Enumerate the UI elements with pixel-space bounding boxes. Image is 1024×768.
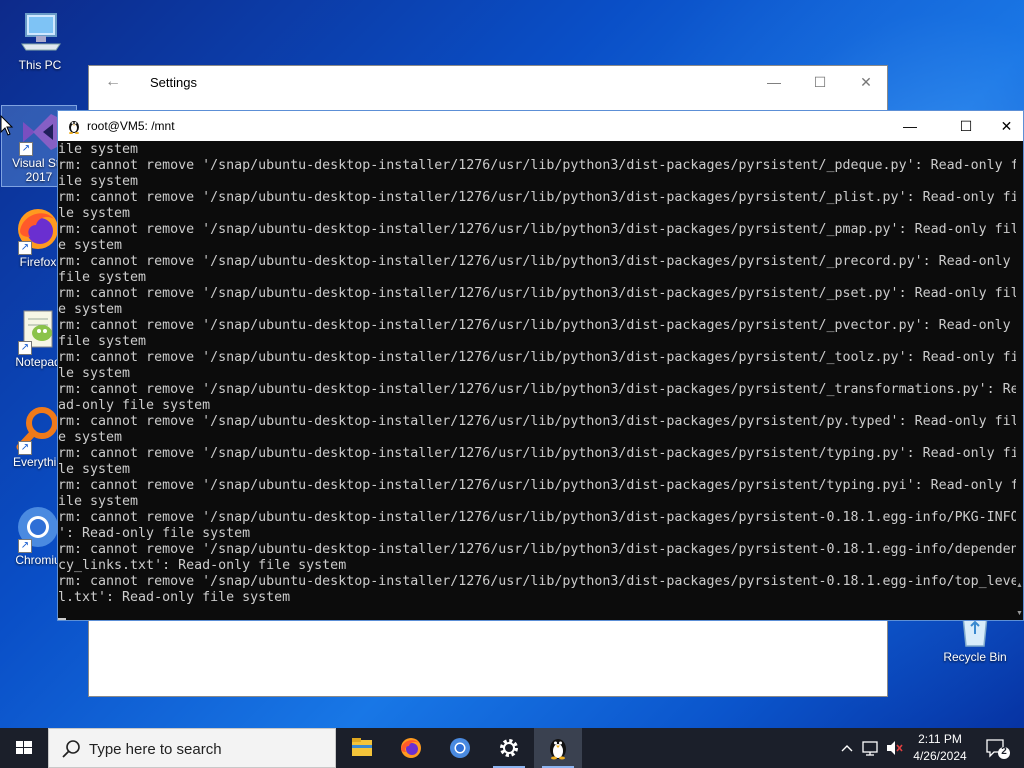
notification-icon	[986, 739, 1010, 759]
network-icon	[862, 741, 878, 756]
terminal-maximize-button[interactable]: ☐	[943, 111, 989, 141]
terminal-close-button[interactable]: ✕	[988, 111, 1024, 141]
taskbar-settings[interactable]	[485, 728, 533, 768]
taskbar-search-box[interactable]: Type here to search	[48, 728, 336, 768]
search-placeholder: Type here to search	[89, 741, 222, 758]
terminal-line: file system	[58, 334, 147, 349]
speaker-muted-icon	[887, 741, 903, 755]
scroll-down-arrow-icon[interactable]: ▼	[1016, 610, 1023, 618]
shortcut-arrow-icon: ↗	[18, 539, 32, 553]
firefox-icon	[401, 738, 421, 758]
terminal-line: rm: cannot remove '/snap/ubuntu-desktop-…	[58, 158, 1018, 173]
notification-count-badge: 2	[1001, 746, 1007, 757]
magnifier-icon: ↗	[14, 405, 62, 455]
chevron-up-icon	[841, 745, 853, 752]
terminal-line: cy_links.txt': Read-only file system	[58, 558, 347, 573]
terminal-line: le system	[58, 206, 131, 221]
notepad-plus-icon: ↗	[14, 305, 62, 355]
start-button[interactable]	[0, 728, 48, 768]
terminal-line: rm: cannot remove '/snap/ubuntu-desktop-…	[58, 222, 1018, 237]
terminal-line: rm: cannot remove '/snap/ubuntu-desktop-…	[58, 254, 1011, 269]
terminal-line: rm: cannot remove '/snap/ubuntu-desktop-…	[58, 286, 1018, 301]
tux-terminal-icon	[550, 739, 566, 760]
taskbar-file-explorer[interactable]	[338, 728, 386, 768]
shortcut-arrow-icon: ↗	[18, 341, 32, 355]
show-hidden-icons-button[interactable]	[838, 728, 856, 768]
firefox-icon: ↗	[14, 205, 62, 255]
terminal-line: ile system	[58, 174, 139, 189]
taskbar: Type here to search 2:11 PM 4/26/2024 2	[0, 728, 1024, 768]
terminal-line: rm: cannot remove '/snap/ubuntu-desktop-…	[58, 318, 1011, 333]
settings-titlebar[interactable]: ← Settings — ☐ ✕	[89, 66, 887, 99]
terminal-line: rm: cannot remove '/snap/ubuntu-desktop-…	[58, 478, 1018, 493]
terminal-line: l.txt': Read-only file system	[58, 590, 291, 605]
terminal-line: le system	[58, 462, 131, 477]
terminal-cursor	[58, 618, 66, 620]
shortcut-arrow-icon: ↗	[18, 241, 32, 255]
windows-logo-icon	[16, 741, 32, 754]
settings-maximize-button[interactable]: ☐	[797, 66, 843, 99]
volume-status[interactable]	[884, 728, 904, 768]
settings-title: Settings	[150, 75, 197, 90]
terminal-line: ad-only file system	[58, 398, 211, 413]
tux-icon	[66, 118, 82, 134]
terminal-window[interactable]: root@VM5: /mnt — ☐ ✕ ile system rm: canno…	[57, 110, 1024, 621]
settings-gear-icon	[500, 739, 518, 757]
terminal-line: rm: cannot remove '/snap/ubuntu-desktop-…	[58, 542, 1018, 557]
search-icon	[62, 740, 80, 758]
terminal-line: rm: cannot remove '/snap/ubuntu-desktop-…	[58, 350, 1018, 365]
terminal-line: e system	[58, 430, 123, 445]
chromium-icon	[450, 738, 470, 758]
taskbar-firefox[interactable]	[387, 728, 435, 768]
shortcut-arrow-icon: ↗	[19, 142, 33, 156]
terminal-line: file system	[58, 270, 147, 285]
taskbar-clock[interactable]: 2:11 PM 4/26/2024	[906, 731, 974, 765]
folder-icon	[352, 738, 372, 756]
desktop-icon-label: Recycle Bin	[943, 650, 1007, 664]
network-status[interactable]	[860, 728, 882, 768]
terminal-scrollbar[interactable]: ▲ ▼	[1016, 142, 1023, 620]
terminal-output[interactable]: ile system rm: cannot remove '/snap/ubunt…	[58, 142, 1018, 620]
shortcut-arrow-icon: ↗	[18, 441, 32, 455]
terminal-line: le system	[58, 366, 131, 381]
terminal-line: ': Read-only file system	[58, 526, 251, 541]
terminal-line: rm: cannot remove '/snap/ubuntu-desktop-…	[58, 510, 1018, 525]
desktop-icon-label: This PC	[18, 58, 62, 72]
desktop-icon-this-pc[interactable]: This PC	[2, 8, 78, 72]
terminal-line: rm: cannot remove '/snap/ubuntu-desktop-…	[58, 190, 1018, 205]
terminal-minimize-button[interactable]: —	[887, 111, 933, 141]
terminal-titlebar[interactable]: root@VM5: /mnt — ☐ ✕	[58, 111, 1023, 141]
clock-date: 4/26/2024	[913, 749, 967, 763]
action-center-button[interactable]: 2	[982, 728, 1014, 768]
taskbar-terminal[interactable]	[534, 728, 582, 768]
chromium-icon: ↗	[14, 503, 62, 553]
scroll-up-arrow-icon[interactable]: ▲	[1016, 582, 1023, 590]
taskbar-chromium[interactable]	[436, 728, 484, 768]
visual-studio-icon: ↗	[15, 106, 63, 156]
terminal-line: ile system	[58, 142, 139, 157]
terminal-title: root@VM5: /mnt	[87, 119, 175, 133]
terminal-line: e system	[58, 238, 123, 253]
terminal-line: rm: cannot remove '/snap/ubuntu-desktop-…	[58, 446, 1018, 461]
mouse-pointer-icon	[0, 114, 14, 137]
terminal-line: rm: cannot remove '/snap/ubuntu-desktop-…	[58, 382, 1018, 397]
computer-icon	[16, 8, 64, 56]
clock-time: 2:11 PM	[918, 732, 962, 746]
settings-minimize-button[interactable]: —	[751, 66, 797, 99]
terminal-line: e system	[58, 302, 123, 317]
terminal-line: rm: cannot remove '/snap/ubuntu-desktop-…	[58, 574, 1018, 589]
settings-close-button[interactable]: ✕	[843, 66, 889, 99]
terminal-line: ile system	[58, 494, 139, 509]
terminal-line: rm: cannot remove '/snap/ubuntu-desktop-…	[58, 414, 1018, 429]
back-arrow-icon[interactable]: ←	[105, 73, 121, 91]
